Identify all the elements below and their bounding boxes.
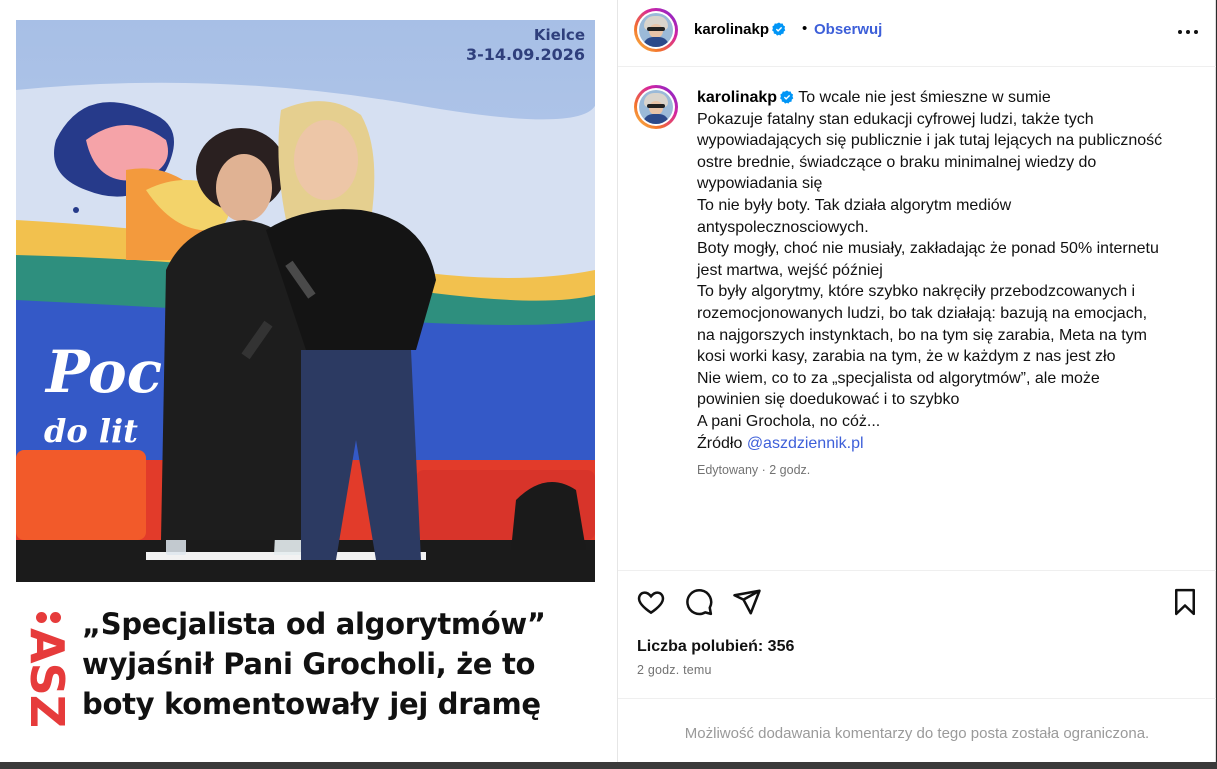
comment-icon	[686, 589, 713, 616]
bookmark-icon	[1175, 588, 1195, 616]
asz-logo: ASZ	[20, 606, 74, 746]
caption-line: Pokazuje fatalny stan edukacji cyfrowej …	[697, 110, 1094, 128]
caption-line: jest martwa, wejść później	[697, 261, 883, 279]
caption-line: kosi worki kasy, zarabia na tym, że w ka…	[697, 348, 1116, 366]
caption-line: wypowiadających się publicznie i jak tut…	[697, 132, 1163, 150]
source-label: Źródło	[697, 434, 743, 452]
event-photo-illustration	[16, 20, 595, 582]
action-bar: Liczba polubień: 356 2 godz. temu	[618, 570, 1216, 699]
banner-word-1: Poc	[46, 338, 163, 406]
post-dialog: Kielce 3-14.09.2026 Poc do lit ASZ „Spec…	[0, 0, 1216, 762]
save-button[interactable]	[1170, 587, 1200, 617]
caption-text: karolinakp To wcale nie jest śmieszne w …	[697, 87, 1197, 454]
share-button[interactable]	[732, 587, 762, 617]
source-mention-link[interactable]: @aszdziennik.pl	[747, 435, 864, 452]
verified-badge-icon	[772, 22, 786, 36]
caption-line: rozemocjonowanych ludzi, bo tak działają…	[697, 304, 1148, 322]
heart-icon	[637, 591, 665, 615]
more-options-icon[interactable]	[1176, 24, 1200, 40]
caption-username[interactable]: karolinakp	[697, 89, 777, 106]
caption-line: A pani Grochola, no cóż...	[697, 412, 881, 430]
caption-line: To nie były boty. Tak działa algorytm me…	[697, 196, 1012, 214]
author-avatar[interactable]	[634, 8, 678, 52]
comments-restricted-note: Możliwość dodawania komentarzy do tego p…	[684, 725, 1150, 742]
caption-line: Nie wiem, co to za „specjalista od algor…	[697, 369, 1100, 387]
asz-logo-text: ASZ	[20, 628, 74, 728]
caption-line: To były algorytmy, które szybko nakręcił…	[697, 283, 1136, 301]
post-header: karolinakp • Obserwuj	[618, 0, 1216, 67]
post-media[interactable]: Kielce 3-14.09.2026 Poc do lit ASZ „Spec…	[0, 0, 616, 762]
banner-city: Kielce	[533, 26, 585, 44]
caption-author-avatar[interactable]	[634, 85, 678, 129]
likes-count[interactable]: Liczba polubień: 356	[637, 638, 794, 656]
banner-dates: 3-14.09.2026	[466, 45, 585, 64]
follow-button[interactable]: Obserwuj	[814, 21, 882, 38]
caption-line: na najgorszych instynktach, bo na tym si…	[697, 326, 1147, 344]
media-headline: „Specjalista od algorytmów” wyjaśnił Pan…	[82, 604, 592, 724]
share-icon	[733, 589, 761, 615]
headline-line: boty komentowały jej dramę	[82, 687, 541, 721]
post-timestamp[interactable]: 2 godz. temu	[637, 663, 712, 677]
separator-dot: •	[802, 20, 808, 37]
caption-line: wypowiadania się	[697, 175, 823, 193]
headline-line: „Specjalista od algorytmów”	[82, 607, 546, 641]
author-username[interactable]: karolinakp	[694, 21, 786, 38]
verified-badge-icon	[780, 90, 794, 104]
banner-word-2: do lit	[44, 412, 138, 450]
banner-date-label: Kielce 3-14.09.2026	[466, 26, 585, 64]
caption-line: antyspolecznosciowych.	[697, 218, 869, 236]
headline-line: wyjaśnił Pani Grocholi, że to	[82, 647, 536, 681]
comments-restricted-footer: Możliwość dodawania komentarzy do tego p…	[618, 698, 1216, 763]
caption-line: Boty mogły, choć nie musiały, zakładając…	[697, 240, 1159, 258]
username-text[interactable]: karolinakp	[694, 21, 769, 38]
caption-line: powinien się doedukować i to szybko	[697, 391, 960, 409]
post-photo: Kielce 3-14.09.2026 Poc do lit	[16, 20, 595, 582]
caption-section: karolinakp To wcale nie jest śmieszne w …	[618, 67, 1216, 569]
media-caption: ASZ „Specjalista od algorytmów” wyjaśnił…	[16, 582, 616, 762]
post-details: karolinakp • Obserwuj karolinakp To wcal…	[617, 0, 1216, 762]
comment-button[interactable]	[684, 587, 714, 617]
caption-first-line: To wcale nie jest śmieszne w sumie	[798, 89, 1051, 106]
caption-meta: Edytowany · 2 godz.	[697, 463, 811, 477]
background-strip	[0, 762, 1217, 769]
like-button[interactable]	[636, 587, 666, 617]
caption-line: ostre brednie, świadczące o braku minima…	[697, 153, 1097, 171]
